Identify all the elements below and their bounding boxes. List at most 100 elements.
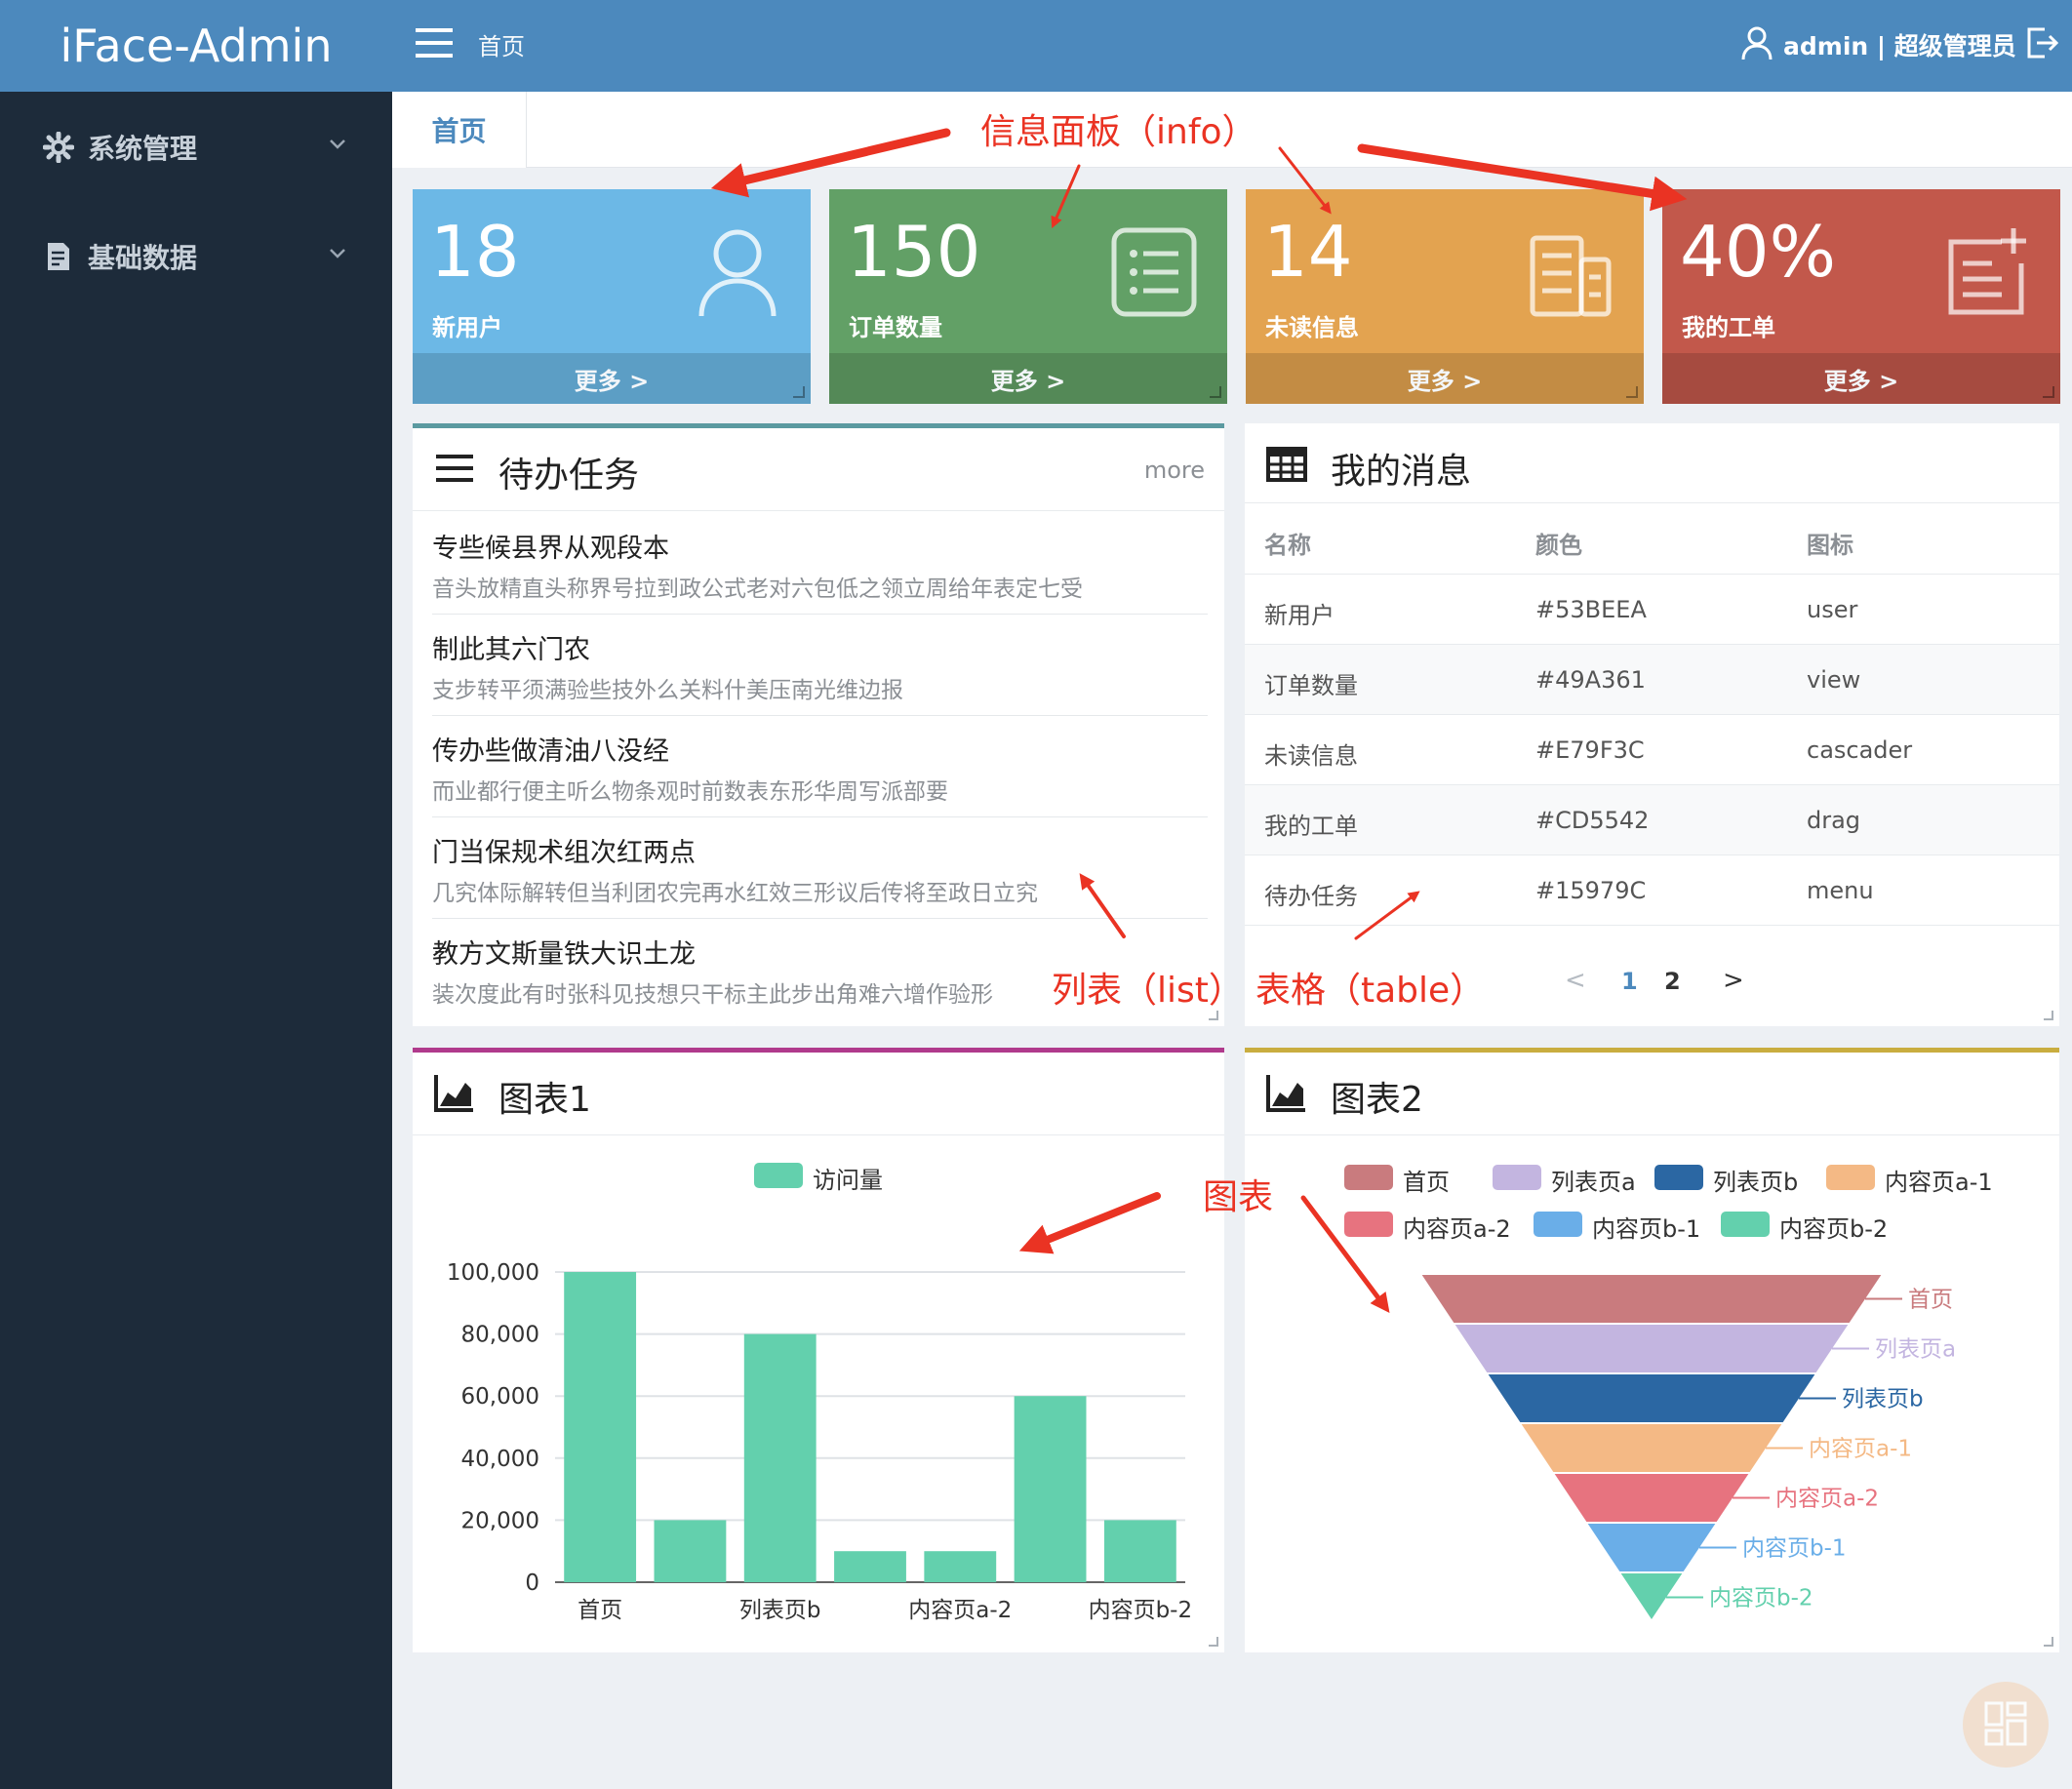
bar[interactable]	[1103, 1520, 1176, 1582]
card-label: 新用户	[432, 314, 502, 341]
floating-widget-button[interactable]	[1963, 1682, 2049, 1768]
edit-icon	[1948, 228, 2026, 315]
grid-icon	[1984, 1701, 2027, 1746]
menu-toggle-icon[interactable]	[414, 26, 455, 60]
y-tick-label: 0	[525, 1570, 539, 1596]
bar[interactable]	[654, 1520, 727, 1582]
column-header: 颜色	[1535, 532, 1582, 559]
card-label: 未读信息	[1265, 314, 1359, 341]
y-tick-label: 80,000	[461, 1323, 539, 1348]
breadcrumb[interactable]: 首页	[478, 27, 525, 61]
tab-home[interactable]: 首页	[392, 92, 527, 168]
cell-icon: menu	[1807, 877, 1874, 904]
card-value: 40%	[1680, 211, 1837, 293]
sidebar-item-basic-data[interactable]: 基础数据	[0, 203, 392, 310]
list-item-title: 教方文斯量铁大识土龙	[432, 939, 696, 970]
logout-icon[interactable]	[2023, 25, 2058, 60]
info-card-tickets[interactable]: 40% 我的工单 更多 >	[1662, 189, 2060, 404]
panel-title: 待办任务	[498, 456, 640, 496]
y-tick-label: 20,000	[461, 1508, 539, 1533]
bar-chart: 100,000 80,000 60,000 40,000 20,000 0 首页 列表页b 内容…	[447, 1260, 1193, 1623]
funnel-segment[interactable]	[1454, 1325, 1849, 1372]
list-item[interactable]: 制此其六门农 支步转平须满验些技外么关料什美压南光维边报	[432, 615, 1208, 716]
cell-icon: user	[1807, 596, 1858, 623]
y-tick-label: 40,000	[461, 1447, 539, 1472]
building-icon	[1530, 235, 1612, 317]
bar[interactable]	[924, 1551, 997, 1582]
table-header-row: 名称 颜色 图标	[1245, 504, 2059, 575]
resize-handle[interactable]	[793, 386, 805, 398]
chevron-down-icon	[330, 139, 345, 149]
funnel-segment[interactable]	[1421, 1275, 1882, 1323]
list-item-title: 门当保规术组次红两点	[432, 838, 696, 868]
table-icon	[1266, 447, 1307, 482]
list-item[interactable]: 传办些做清油八没经 而业都行便主听么物条观时前数表东形华周写派部要	[432, 716, 1208, 817]
pagination-page-2[interactable]: 2	[1664, 968, 1681, 995]
card-more-link[interactable]: 更多 >	[829, 353, 1227, 404]
gear-icon	[43, 132, 74, 163]
funnel-segment[interactable]	[1587, 1524, 1716, 1571]
cell-name: 订单数量	[1264, 672, 1358, 699]
menu-icon	[436, 455, 473, 482]
annotation-info: 信息面板（info）	[980, 112, 1257, 152]
pagination-page-1[interactable]: 1	[1621, 968, 1638, 995]
list-item-desc: 几究体际解转但当利团农完再水红效三形议后传将至政日立究	[432, 881, 1038, 906]
more-link[interactable]: more	[1144, 457, 1205, 484]
chevron-down-icon	[330, 249, 345, 258]
column-header: 图标	[1807, 532, 1853, 559]
info-card-new-users[interactable]: 18 新用户 更多 >	[413, 189, 811, 404]
resize-handle[interactable]	[2043, 386, 2054, 398]
cell-icon: drag	[1807, 807, 1861, 834]
bar[interactable]	[743, 1333, 817, 1582]
card-more-link[interactable]: 更多 >	[413, 353, 811, 404]
list-item-title: 制此其六门农	[432, 635, 590, 665]
resize-handle[interactable]	[2044, 1011, 2053, 1020]
list-icon	[1111, 227, 1197, 317]
user-icon	[698, 229, 777, 317]
resize-handle[interactable]	[1210, 386, 1221, 398]
pagination-next[interactable]: >	[1723, 966, 1744, 995]
sidebar-item-label: 基础数据	[88, 242, 198, 274]
bar[interactable]	[834, 1551, 906, 1582]
table-row[interactable]: 未读信息 #E79F3C cascader	[1245, 715, 2059, 785]
list-item-title: 专些候县界从观段本	[432, 534, 669, 564]
document-icon	[48, 243, 69, 270]
card-more-link[interactable]: 更多 >	[1246, 353, 1644, 404]
app-logo[interactable]: iFace-Admin	[0, 0, 392, 92]
funnel-segment[interactable]	[1554, 1474, 1749, 1522]
table-row[interactable]: 订单数量 #49A361 view	[1245, 645, 2059, 715]
user-name[interactable]: admin | 超级管理员	[1783, 27, 2016, 62]
resize-handle[interactable]	[2044, 1637, 2053, 1647]
list-item[interactable]: 门当保规术组次红两点 几究体际解转但当利团农完再水红效三形议后传将至政日立究	[432, 817, 1208, 919]
funnel-segment[interactable]	[1488, 1374, 1815, 1422]
list-item-desc: 装次度此有时张科见技想只干标主此步出角难六增作验形	[432, 982, 993, 1008]
column-header: 名称	[1264, 532, 1311, 559]
messages-panel: 我的消息 名称 颜色 图标 新用户 #53BEEA user 订单数量 #49A…	[1245, 423, 2059, 1026]
chart1-panel: 图表1 访问量 100,000 80,000 60,000 40,000 20,000 0…	[413, 1048, 1224, 1652]
card-more-link[interactable]: 更多 >	[1662, 353, 2060, 404]
funnel-label: 内容页a-2	[1775, 1487, 1879, 1512]
cell-color: #53BEEA	[1535, 596, 1647, 623]
x-tick-label: 内容页b-2	[1089, 1598, 1193, 1623]
funnel-segment[interactable]	[1521, 1424, 1782, 1472]
funnel-label: 列表页b	[1842, 1387, 1924, 1412]
sidebar-item-system[interactable]: 系统管理	[0, 94, 392, 201]
annotation-chart: 图表	[1203, 1177, 1274, 1217]
todo-panel: 待办任务 more 专些候县界从观段本 音头放精直头称界号拉到政公式老对六包低之…	[413, 423, 1224, 1026]
resize-handle[interactable]	[1626, 386, 1638, 398]
table-row[interactable]: 待办任务 #15979C menu	[1245, 855, 2059, 926]
cell-name: 新用户	[1264, 602, 1335, 629]
cell-color: #CD5542	[1535, 807, 1650, 834]
info-card-unread[interactable]: 14 未读信息 更多 >	[1246, 189, 1644, 404]
card-value: 150	[847, 211, 981, 293]
panel-title: 我的消息	[1331, 452, 1472, 492]
bar[interactable]	[1014, 1396, 1087, 1582]
resize-handle[interactable]	[1209, 1637, 1218, 1647]
bar[interactable]	[564, 1272, 637, 1582]
table-row[interactable]: 我的工单 #CD5542 drag	[1245, 785, 2059, 855]
info-card-orders[interactable]: 150 订单数量 更多 >	[829, 189, 1227, 404]
pagination-prev[interactable]: <	[1565, 966, 1586, 995]
list-item[interactable]: 专些候县界从观段本 音头放精直头称界号拉到政公式老对六包低之领立周给年表定七受	[432, 513, 1208, 615]
table-row[interactable]: 新用户 #53BEEA user	[1245, 575, 2059, 645]
cell-icon: view	[1807, 666, 1861, 694]
